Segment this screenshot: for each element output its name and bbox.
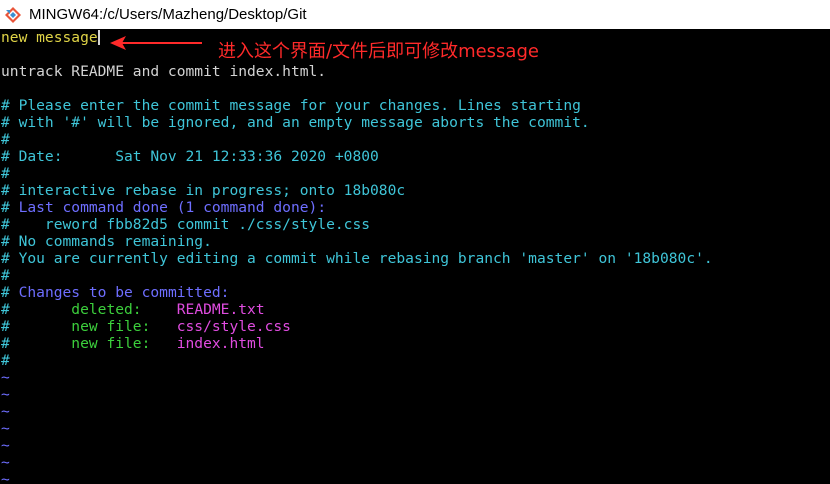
comment-hash: # <box>1 284 10 301</box>
empty-line-tilde: ~ <box>1 437 10 454</box>
terminal-area[interactable]: new message untrack README and commit in… <box>0 29 830 484</box>
empty-line-tilde: ~ <box>1 471 10 484</box>
commit-subject-text[interactable]: new message <box>1 29 98 46</box>
window-title: MINGW64:/c/Users/Mazheng/Desktop/Git <box>29 6 307 23</box>
commit-subject-line[interactable]: new message <box>1 29 100 46</box>
change-status: new file: <box>71 335 151 352</box>
annotation-arrow-icon <box>110 36 202 50</box>
comment-line: # Please enter the commit message for yo… <box>1 97 581 114</box>
change-row: # new file: index.html <box>1 335 265 352</box>
annotation-note: 进入这个界面/文件后即可修改message <box>218 41 539 62</box>
comment-line: # <box>1 131 10 148</box>
comment-hash: # <box>1 335 72 352</box>
change-status: new file: <box>71 318 151 335</box>
comment-line: # with '#' will be ignored, and an empty… <box>1 114 590 131</box>
reword-line: # reword fbb82d5 commit ./css/style.css <box>1 216 371 233</box>
last-command-line: # Last command done (1 command done): <box>1 199 326 216</box>
change-file: README.txt <box>176 301 265 318</box>
last-command-heading: Last command done (1 command done): <box>9 199 327 216</box>
comment-line: # <box>1 352 10 369</box>
change-row: # deleted: README.txt <box>1 301 265 318</box>
change-status: deleted: <box>71 301 142 318</box>
comment-line: # <box>1 267 10 284</box>
changes-heading-line: # Changes to be committed: <box>1 284 229 301</box>
comment-hash: # <box>1 199 10 216</box>
comment-line: # No commands remaining. <box>1 233 212 250</box>
rebase-branch-line: # You are currently editing a commit whi… <box>1 250 713 267</box>
rebase-status-line: # interactive rebase in progress; onto 1… <box>1 182 406 199</box>
comment-hash: # <box>1 318 72 335</box>
commit-body-line[interactable]: untrack README and commit index.html. <box>1 63 326 80</box>
comment-line: # <box>1 165 10 182</box>
empty-line-tilde: ~ <box>1 454 10 471</box>
change-file: css/style.css <box>176 318 291 335</box>
comment-hash: # <box>1 301 72 318</box>
changes-heading: Changes to be committed: <box>9 284 230 301</box>
text-cursor <box>97 30 100 45</box>
empty-line-tilde: ~ <box>1 386 10 403</box>
change-row: # new file: css/style.css <box>1 318 291 335</box>
empty-line-tilde: ~ <box>1 403 10 420</box>
title-bar: MINGW64:/c/Users/Mazheng/Desktop/Git <box>0 0 830 30</box>
change-file: index.html <box>176 335 265 352</box>
empty-line-tilde: ~ <box>1 369 10 386</box>
git-bash-icon <box>3 5 23 25</box>
empty-line-tilde: ~ <box>1 420 10 437</box>
date-line: # Date: Sat Nov 21 12:33:36 2020 +0800 <box>1 148 379 165</box>
